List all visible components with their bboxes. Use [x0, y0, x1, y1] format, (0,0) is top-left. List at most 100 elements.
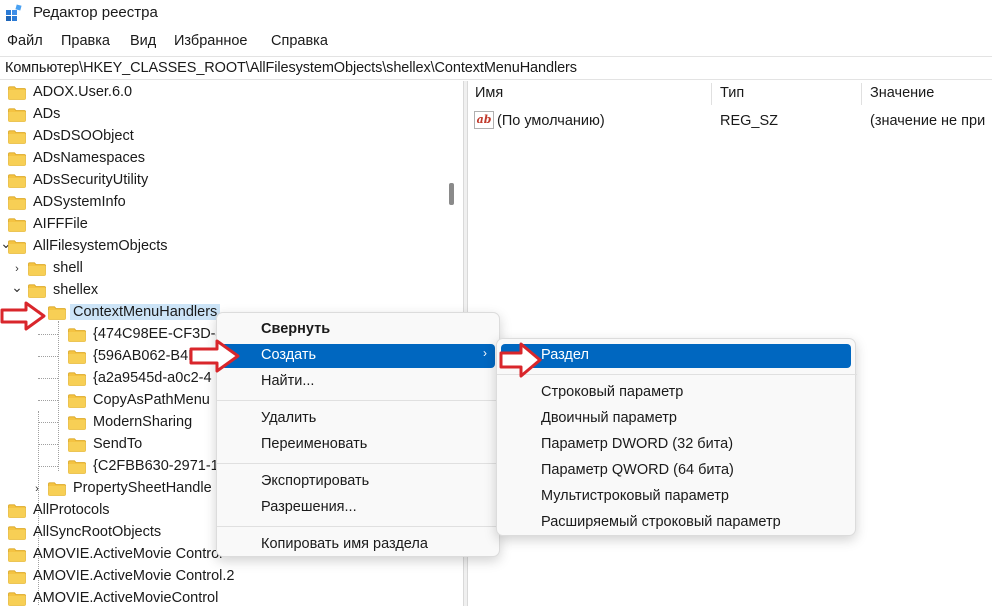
folder-icon: [28, 284, 46, 298]
tree-item-label: ModernSharing: [93, 414, 193, 430]
folder-icon: [8, 152, 26, 166]
value-name: (По умолчанию): [497, 113, 605, 129]
column-separator[interactable]: [861, 83, 862, 105]
folder-icon: [28, 262, 46, 276]
menu-item-find[interactable]: Найти...: [221, 370, 495, 394]
annotation-arrow-icon: [499, 342, 542, 378]
menu-item-create[interactable]: Создать ›: [221, 344, 495, 368]
menu-separator: [217, 526, 501, 527]
column-separator[interactable]: [711, 83, 712, 105]
chevron-right-icon[interactable]: ›: [11, 262, 23, 276]
menu-item-rename[interactable]: Переименовать: [221, 433, 495, 457]
menu-separator: [217, 463, 501, 464]
submenu-item-dword-value[interactable]: Параметр DWORD (32 бита): [501, 433, 851, 457]
menu-help[interactable]: Справка: [271, 33, 328, 49]
tree-item-ads[interactable]: ADs: [0, 104, 442, 126]
submenu-item-binary-value[interactable]: Двоичный параметр: [501, 407, 851, 431]
address-path: Компьютер\HKEY_CLASSES_ROOT\AllFilesyste…: [5, 60, 577, 76]
annotation-arrow-icon: [189, 339, 240, 373]
tree-item-label: CopyAsPathMenu: [93, 392, 210, 408]
folder-icon: [8, 592, 26, 606]
menu-edit[interactable]: Правка: [61, 33, 110, 49]
chevron-right-icon: ›: [483, 346, 487, 360]
submenu-item-qword-value[interactable]: Параметр QWORD (64 бита): [501, 459, 851, 483]
folder-icon: [68, 328, 86, 342]
folder-icon: [68, 416, 86, 430]
menu-separator: [497, 374, 857, 375]
folder-icon: [48, 482, 66, 496]
menu-item-copy-key-name[interactable]: Копировать имя раздела: [221, 533, 495, 557]
folder-icon: [8, 196, 26, 210]
address-bar[interactable]: Компьютер\HKEY_CLASSES_ROOT\AllFilesyste…: [0, 56, 992, 80]
submenu-item-string-value[interactable]: Строковый параметр: [501, 381, 851, 405]
tree-item-label: ADOX.User.6.0: [33, 84, 133, 100]
tree-item-label: ADsNamespaces: [33, 150, 146, 166]
column-header-value[interactable]: Значение: [870, 85, 934, 101]
tree-item-label: {C2FBB630-2971-1: [93, 458, 219, 474]
tree-item-adsnamespaces[interactable]: ADsNamespaces: [0, 148, 442, 170]
menu-item-collapse[interactable]: Свернуть: [221, 318, 495, 342]
folder-icon: [8, 240, 26, 254]
tree-item-label: AMOVIE.ActiveMovie Control: [33, 546, 223, 562]
folder-icon: [48, 306, 66, 320]
tree-item-label: ADSystemInfo: [33, 194, 126, 210]
tree-item-label: shellex: [53, 282, 99, 298]
tree-item-adsysteminfo[interactable]: ADSystemInfo: [0, 192, 442, 214]
menu-item-export[interactable]: Экспортировать: [221, 470, 495, 494]
folder-icon: [8, 526, 26, 540]
submenu-item-multi-string-value[interactable]: Мультистроковый параметр: [501, 485, 851, 509]
tree-item-label: ADsDSOObject: [33, 128, 134, 144]
create-submenu: Раздел Строковый параметр Двоичный парам…: [496, 338, 857, 536]
tree-item-label: SendTo: [93, 436, 143, 452]
menu-separator: [217, 400, 501, 401]
tree-scrollbar-thumb[interactable]: [449, 183, 454, 205]
chevron-down-icon[interactable]: ⌄: [11, 280, 23, 294]
tree-item-aifffile[interactable]: AIFFFile: [0, 214, 442, 236]
value-data: (значение не при: [870, 113, 986, 129]
tree-item-label: shell: [53, 260, 83, 276]
menu-file[interactable]: Файл: [7, 33, 43, 49]
folder-icon: [8, 570, 26, 584]
folder-icon: [68, 394, 86, 408]
chevron-right-icon[interactable]: ›: [31, 482, 43, 496]
registry-editor-icon: [6, 4, 22, 21]
menu-view[interactable]: Вид: [130, 33, 156, 49]
tree-item-label: ContextMenuHandlers: [70, 304, 221, 320]
folder-icon: [8, 108, 26, 122]
tree-item-label: AIFFFile: [33, 216, 88, 232]
tree-item-amovie-activemoviecontrol[interactable]: AMOVIE.ActiveMovieControl: [0, 588, 442, 606]
folder-icon: [8, 174, 26, 188]
column-header-name[interactable]: Имя: [475, 85, 503, 101]
submenu-item-expandable-string-value[interactable]: Расширяемый строковый параметр: [501, 511, 851, 535]
folder-icon: [8, 86, 26, 100]
tree-item-label: AllProtocols: [33, 502, 110, 518]
value-row[interactable]: ab (По умолчанию) REG_SZ (значение не пр…: [468, 110, 992, 132]
column-header-type[interactable]: Тип: [720, 85, 744, 101]
folder-icon: [68, 460, 86, 474]
tree-item-adssecurityutility[interactable]: ADsSecurityUtility: [0, 170, 442, 192]
title-bar: Редактор реестра: [0, 0, 992, 28]
menu-bar: Файл Правка Вид Избранное Справка: [0, 31, 992, 53]
tree-item-label: AMOVIE.ActiveMovieControl: [33, 590, 219, 606]
tree-item-label: AMOVIE.ActiveMovie Control.2: [33, 568, 235, 584]
tree-item-label: AllFilesystemObjects: [33, 238, 168, 254]
tree-item-amovie-control-2[interactable]: AMOVIE.ActiveMovie Control.2: [0, 566, 442, 588]
submenu-item-key[interactable]: Раздел: [501, 344, 851, 368]
tree-item-shell[interactable]: › shell: [0, 258, 442, 280]
value-type: REG_SZ: [720, 113, 779, 129]
tree-item-label: PropertySheetHandle: [73, 480, 212, 496]
tree-item-adsdsoobject[interactable]: ADsDSOObject: [0, 126, 442, 148]
folder-icon: [68, 372, 86, 386]
tree-item-shellex[interactable]: ⌄ shellex: [0, 280, 442, 302]
menu-favorites[interactable]: Избранное: [174, 33, 247, 49]
tree-item-allfilesystemobjects[interactable]: ⌄ AllFilesystemObjects: [0, 236, 442, 258]
folder-icon: [8, 218, 26, 232]
menu-item-delete[interactable]: Удалить: [221, 407, 495, 431]
string-value-icon: ab: [474, 111, 494, 129]
folder-icon: [8, 548, 26, 562]
annotation-arrow-icon: [0, 301, 46, 331]
context-menu: Свернуть Создать › Найти... Удалить Переи…: [216, 312, 501, 557]
menu-item-permissions[interactable]: Разрешения...: [221, 496, 495, 520]
tree-item-adox-user[interactable]: ADOX.User.6.0: [0, 82, 442, 104]
tree-item-label: ADsSecurityUtility: [33, 172, 149, 188]
